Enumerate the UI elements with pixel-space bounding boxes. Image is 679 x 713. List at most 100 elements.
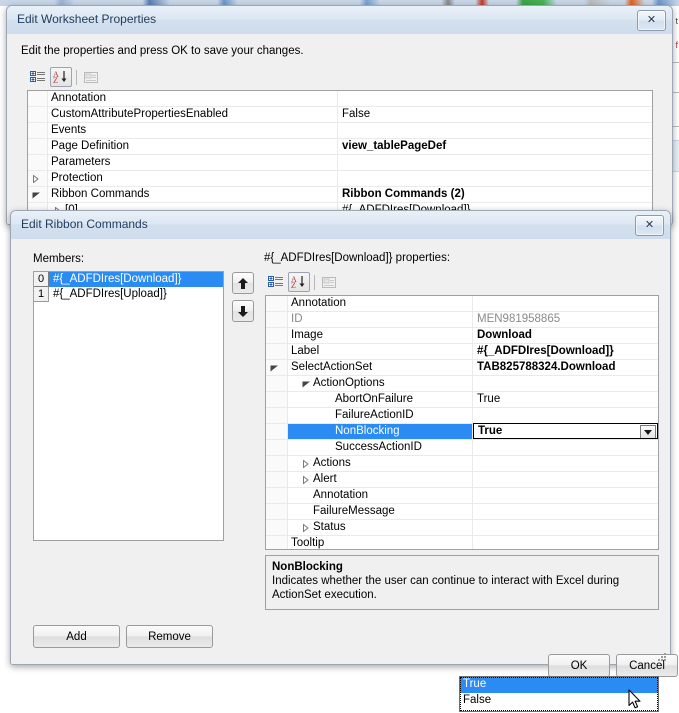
property-row[interactable]: Parameters [28, 155, 652, 171]
property-row[interactable]: Annotation [266, 488, 658, 504]
property-value[interactable]: MEN981958865 [473, 312, 658, 327]
nonblocking-value-editor[interactable]: True [473, 423, 658, 439]
property-row[interactable]: Actions [266, 456, 658, 472]
property-value[interactable]: Download [473, 328, 658, 343]
alphabetical-sort-button[interactable]: A Z [288, 272, 310, 292]
chevron-down-icon[interactable] [302, 381, 310, 388]
property-row[interactable]: Ribbon Commands Ribbon Commands (2) [28, 187, 652, 203]
nonblocking-dropdown-list[interactable]: True False [459, 676, 659, 712]
property-name: CustomAttributePropertiesEnabled [48, 107, 338, 122]
property-row[interactable]: SelectActionSet TAB825788324.Download [266, 360, 658, 376]
property-row[interactable]: CustomAttributePropertiesEnabled False [28, 107, 652, 123]
property-value[interactable]: Ribbon Commands (2) [338, 187, 652, 202]
members-listbox[interactable]: 0 #{_ADFDIres[Download]} 1 #{_ADFDIres[Uplo… [33, 271, 224, 541]
property-value[interactable] [473, 376, 658, 391]
members-label: Members: [33, 253, 85, 265]
chevron-down-icon[interactable] [270, 365, 278, 372]
property-row[interactable]: Alert [266, 472, 658, 488]
property-value[interactable] [473, 520, 658, 535]
property-row[interactable]: Image Download [266, 328, 658, 344]
remove-button[interactable]: Remove [126, 625, 213, 648]
worksheet-dialog-title: Edit Worksheet Properties [17, 12, 157, 26]
property-row[interactable]: Events [28, 123, 652, 139]
property-value[interactable] [338, 155, 652, 170]
property-value[interactable] [338, 171, 652, 186]
chevron-right-icon[interactable] [32, 175, 39, 183]
property-row[interactable]: ActionOptions [266, 376, 658, 392]
chevron-right-icon[interactable] [302, 460, 309, 468]
worksheet-property-grid[interactable]: Annotation CustomAttributePropertiesEnabl… [27, 90, 653, 224]
categorized-view-button[interactable] [265, 272, 287, 292]
property-value[interactable] [473, 472, 658, 487]
property-value[interactable] [473, 408, 658, 423]
property-value[interactable] [473, 296, 658, 311]
property-value[interactable] [473, 488, 658, 503]
property-name: Protection [48, 171, 338, 186]
properties-title: #{_ADFDIres[Download]} properties: [264, 252, 451, 264]
property-name: Annotation [288, 296, 473, 311]
property-value[interactable]: True [473, 392, 658, 407]
dropdown-option[interactable]: True [460, 677, 658, 693]
close-button[interactable]: ✕ [635, 215, 664, 236]
property-value[interactable]: view_tablePageDef [338, 139, 652, 154]
chevron-down-icon[interactable] [32, 192, 40, 199]
close-button[interactable]: ✕ [637, 10, 666, 31]
property-value[interactable]: TAB825788324.Download [473, 360, 658, 375]
property-row-gutter [28, 155, 48, 170]
worksheet-property-grid-rows: Annotation CustomAttributePropertiesEnabl… [28, 91, 652, 219]
property-value[interactable]: False [338, 107, 652, 122]
property-row[interactable]: Page Definition view_tablePageDef [28, 139, 652, 155]
property-name: Parameters [48, 155, 338, 170]
property-row[interactable]: Annotation [266, 296, 658, 312]
property-row[interactable]: AbortOnFailure True [266, 392, 658, 408]
categorized-view-button[interactable] [27, 67, 49, 87]
move-up-button[interactable] [232, 272, 254, 294]
toolbar-separator [314, 274, 315, 290]
dropdown-option[interactable]: False [460, 693, 658, 709]
property-description-panel: NonBlocking Indicates whether the user c… [265, 555, 659, 610]
property-row[interactable]: ID MEN981958865 [266, 312, 658, 328]
property-value[interactable] [338, 91, 652, 106]
property-value[interactable]: #{_ADFDIres[Download]} [473, 344, 658, 359]
members-rows: 0 #{_ADFDIres[Download]} 1 #{_ADFDIres[Uplo… [34, 272, 223, 302]
property-row[interactable]: Protection [28, 171, 652, 187]
property-row[interactable]: SuccessActionID [266, 440, 658, 456]
property-row-gutter [266, 360, 288, 375]
property-pages-button[interactable] [80, 67, 102, 87]
property-row[interactable]: FailureActionID [266, 408, 658, 424]
property-pages-button[interactable] [318, 272, 340, 292]
dropdown-toggle-button[interactable] [640, 425, 656, 438]
move-down-button[interactable] [232, 300, 254, 322]
alphabetical-sort-button[interactable]: A Z [50, 67, 72, 87]
member-label: #{_ADFDIres[Upload]} [53, 288, 167, 300]
property-value[interactable] [473, 440, 658, 455]
property-row[interactable]: NonBlocking True [266, 423, 658, 440]
property-row[interactable]: Label #{_ADFDIres[Download]} [266, 344, 658, 360]
property-row-gutter [266, 392, 288, 407]
ok-button[interactable]: OK [548, 654, 610, 677]
property-row-gutter [266, 472, 288, 487]
property-value[interactable] [473, 504, 658, 519]
chevron-right-icon[interactable] [302, 524, 309, 532]
instruction-text: Edit the properties and press OK to save… [21, 45, 304, 57]
ribbon-property-grid[interactable]: Annotation ID MEN981958865 Image Download Lab… [265, 295, 659, 550]
add-button[interactable]: Add [33, 625, 120, 648]
property-row[interactable]: Status [266, 520, 658, 536]
resize-grip[interactable] [655, 650, 667, 662]
property-name: Label [288, 344, 473, 359]
chevron-right-icon[interactable] [302, 476, 309, 484]
ribbon-dialog-titlebar[interactable]: Edit Ribbon Commands ✕ [11, 211, 670, 240]
property-row-gutter [28, 171, 48, 186]
property-value[interactable] [338, 123, 652, 138]
worksheet-dialog-titlebar[interactable]: Edit Worksheet Properties ✕ [7, 6, 672, 35]
property-row[interactable]: Tooltip [266, 536, 658, 549]
member-label: #{_ADFDIres[Download]} [53, 273, 182, 285]
member-list-item[interactable]: 1 #{_ADFDIres[Upload]} [34, 287, 223, 302]
ribbon-propertygrid-toolbar: A Z [265, 271, 415, 293]
property-row[interactable]: FailureMessage [266, 504, 658, 520]
property-value[interactable] [473, 536, 658, 549]
property-row[interactable]: Annotation [28, 91, 652, 107]
property-value[interactable] [473, 456, 658, 471]
cancel-button[interactable]: Cancel [616, 654, 678, 677]
member-list-item[interactable]: 0 #{_ADFDIres[Download]} [34, 272, 223, 287]
